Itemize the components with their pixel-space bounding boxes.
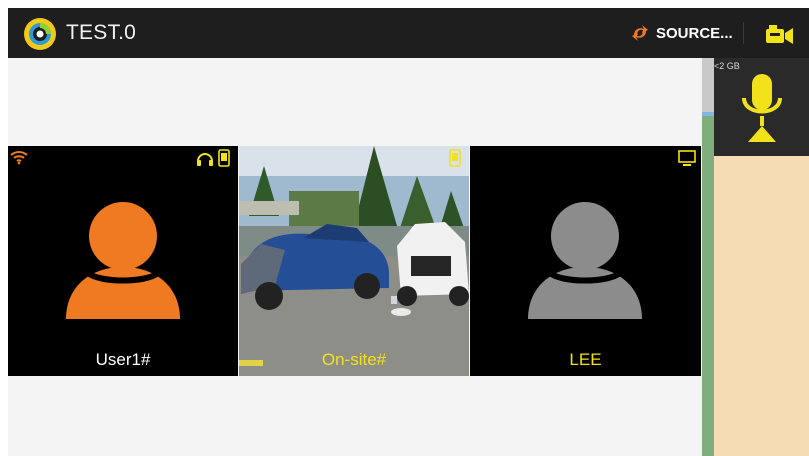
toolbar-divider bbox=[743, 22, 744, 44]
crash-scene-photo bbox=[239, 146, 469, 376]
mobile-phone-icon bbox=[449, 149, 461, 167]
user-avatar-icon bbox=[528, 202, 642, 319]
headset-icon bbox=[197, 153, 213, 166]
source-label: SOURCE... bbox=[656, 24, 733, 42]
scrollbar-top bbox=[702, 58, 714, 112]
scrollbar-thumb[interactable] bbox=[702, 112, 714, 116]
tile-label: LEE bbox=[569, 350, 602, 369]
participant-tile-user1[interactable]: User1# bbox=[8, 146, 238, 376]
microphone-icon bbox=[742, 74, 782, 142]
swirl-logo-icon bbox=[24, 18, 56, 50]
sync-arrows-icon bbox=[632, 25, 648, 41]
user-avatar-icon bbox=[66, 202, 180, 319]
app-title: TEST.0 bbox=[66, 21, 137, 44]
camera-switch-icon[interactable] bbox=[764, 21, 796, 47]
participant-tile-lee[interactable]: LEE bbox=[470, 146, 701, 376]
tile-label: On-site# bbox=[321, 350, 387, 369]
scrollbar-track[interactable] bbox=[702, 58, 714, 456]
wifi-icon bbox=[10, 151, 28, 165]
push-to-talk-button[interactable] bbox=[714, 58, 809, 156]
monitor-icon bbox=[678, 150, 696, 166]
tile-label: User1# bbox=[95, 350, 151, 369]
source-button[interactable]: SOURCE... bbox=[630, 20, 733, 46]
mobile-phone-icon bbox=[218, 149, 230, 167]
participant-tile-onsite[interactable]: On-site# bbox=[239, 146, 469, 376]
storage-indicator: <2 GB bbox=[714, 61, 740, 71]
top-app-bar: TEST.0 SOURCE... bbox=[8, 8, 809, 58]
